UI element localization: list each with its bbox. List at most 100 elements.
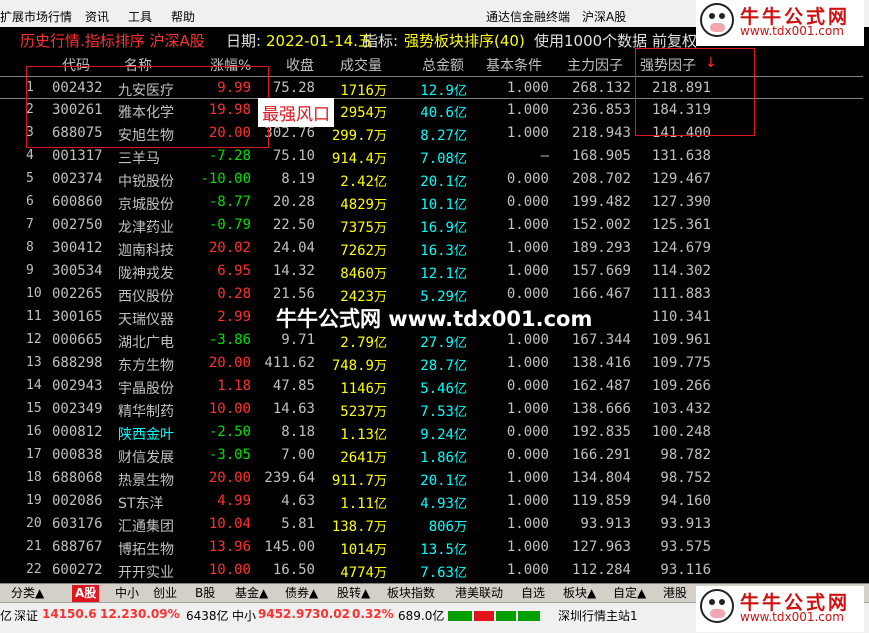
table-row[interactable]: 15 002349 精华制药 10.00 14.63 1.000 138.666 103.43… <box>0 398 863 421</box>
table-row[interactable]: 6 600860 京城股份 -8.77 20.28 0.000 199.482 127.390… <box>0 191 863 214</box>
row-index: 22 <box>26 562 42 577</box>
close-price: 16.50 <box>272 562 315 578</box>
volume: 1716万 <box>340 80 387 99</box>
close-price: 75.28 <box>272 80 315 96</box>
strength-factor: 94.160 <box>660 493 711 509</box>
volume: 1.13亿 <box>340 424 387 443</box>
base-condition: 1.000 <box>506 80 549 96</box>
volume: 1.11亿 <box>340 493 387 512</box>
amount-unit: 亿 <box>453 152 467 167</box>
tab-4[interactable]: B股 <box>192 585 218 602</box>
tab-6[interactable]: 债券▲ <box>282 585 321 602</box>
table-row[interactable]: 14 002943 宇晶股份 1.18 47.85 0.000 162.487 109.266… <box>0 375 863 398</box>
table-row[interactable]: 8 300412 迦南科技 20.02 24.04 1.000 189.293 124.679… <box>0 237 863 260</box>
table-row[interactable]: 5 002374 中锐股份 -10.00 8.19 0.000 208.702 129.467… <box>0 168 863 191</box>
column-header-main-factor[interactable]: 主力因子 <box>567 55 623 75</box>
tab-5[interactable]: 基金▲ <box>232 585 271 602</box>
logo-top: 牛牛公式网 www.tdx001.com <box>696 0 864 46</box>
close-price: 239.64 <box>264 470 315 486</box>
base-condition: 1.000 <box>506 125 549 141</box>
main-factor: 112.284 <box>571 562 631 578</box>
table-row[interactable]: 9 300534 陇神戎发 6.95 14.32 1.000 157.669 114.302 8… <box>0 260 863 283</box>
tab-10[interactable]: 自选 <box>518 585 548 602</box>
amount-unit: 亿 <box>453 405 467 420</box>
stock-code: 688068 <box>52 470 103 486</box>
amount-value: 7.53 <box>420 404 454 420</box>
menu-extended-market[interactable]: 扩展市场行情 <box>0 8 72 25</box>
tab-7[interactable]: 股转▲ <box>334 585 373 602</box>
tab-9[interactable]: 港美联动 <box>452 585 506 602</box>
table-row[interactable]: 17 000838 财信发展 -3.05 7.00 0.000 166.291 98.782 2… <box>0 444 863 467</box>
amount: 12.1亿 <box>420 263 467 282</box>
column-header-close[interactable]: 收盘 <box>286 55 314 75</box>
tab-11[interactable]: 板块▲ <box>560 585 599 602</box>
row-index: 14 <box>26 378 42 393</box>
stock-name: 湖北广电 <box>118 335 174 351</box>
indicator-value[interactable]: 强势板块排序(40) <box>404 30 525 51</box>
amount-value: 8.27 <box>420 128 454 144</box>
column-header-base-condition[interactable]: 基本条件 <box>486 55 542 75</box>
tab-8[interactable]: 板块指数 <box>384 585 438 602</box>
amount: 8.27亿 <box>420 125 467 144</box>
table-row[interactable]: 16 000812 陕西金叶 -2.50 8.18 0.000 192.835 100.248… <box>0 421 863 444</box>
volume-value: 2954 <box>340 105 374 121</box>
menu-news[interactable]: 资讯 <box>85 8 109 25</box>
volume-value: 299.7 <box>331 128 374 144</box>
base-condition: 0.000 <box>506 194 549 210</box>
table-row[interactable]: 13 688298 东方生物 20.00 411.62 1.000 138.416 109.7… <box>0 352 863 375</box>
amount-unit: 亿 <box>453 106 467 121</box>
change-pct: 4.99 <box>217 493 251 509</box>
table-row[interactable]: 21 688767 博拓生物 13.96 145.00 1.000 127.963 93.57… <box>0 536 863 559</box>
strength-factor: 129.467 <box>651 171 711 187</box>
table-row[interactable]: 7 002750 龙津药业 -0.79 22.50 1.000 152.002 125.361… <box>0 214 863 237</box>
tab-13[interactable]: 港股 <box>660 585 690 602</box>
base-condition: 0.000 <box>506 286 549 302</box>
volume-value: 138.7 <box>331 519 374 535</box>
column-header-volume[interactable]: 成交量 <box>340 55 382 75</box>
volume-unit: 亿 <box>373 497 387 512</box>
volume: 2954万 <box>340 102 387 121</box>
menu-help[interactable]: 帮助 <box>171 8 195 25</box>
status-left-edge: 亿 <box>0 609 13 623</box>
logo-bottom: 牛牛公式网 www.tdx001.com <box>696 586 864 632</box>
volume-unit: 万 <box>373 198 387 213</box>
strength-factor: 110.341 <box>651 309 711 325</box>
main-factor: 218.943 <box>571 125 631 141</box>
table-row[interactable]: 22 600272 开开实业 10.00 16.50 1.000 112.284 93.116… <box>0 559 863 582</box>
tab-2[interactable]: 中小 <box>112 585 142 602</box>
stock-code: 600272 <box>52 562 103 578</box>
row-index: 15 <box>26 401 42 416</box>
amount-unit: 亿 <box>453 198 467 213</box>
stock-name: 热景生物 <box>118 473 174 489</box>
volume-value: 4774 <box>340 565 374 581</box>
change-pct: -8.77 <box>208 194 251 210</box>
stock-code: 300165 <box>52 309 103 325</box>
stock-code: 002086 <box>52 493 103 509</box>
amount: 40.6亿 <box>420 102 467 121</box>
table-row[interactable]: 20 603176 汇通集团 10.04 5.81 1.000 93.913 93.913 13… <box>0 513 863 536</box>
tab-0[interactable]: 分类▲ <box>8 585 47 602</box>
table-row[interactable]: 4 001317 三羊马 -7.28 75.10 – 168.905 131.638 914.4… <box>0 145 863 168</box>
amount-value: 28.7 <box>420 358 454 374</box>
table-row[interactable]: 18 688068 热景生物 20.00 239.64 1.000 134.804 98.75… <box>0 467 863 490</box>
tab-3[interactable]: 创业 <box>150 585 180 602</box>
strength-factor: 109.961 <box>651 332 711 348</box>
sz-index-label: 深证 <box>14 609 39 623</box>
table-row[interactable]: 19 002086 ST东洋 4.99 4.63 1.000 119.859 94.160 1.… <box>0 490 863 513</box>
stock-name: 龙津药业 <box>118 220 174 236</box>
volume-unit: 万 <box>373 520 387 535</box>
volume: 4829万 <box>340 194 387 213</box>
menu-tools[interactable]: 工具 <box>128 8 152 25</box>
volume-value: 1.11 <box>340 496 374 512</box>
server-station[interactable]: 深圳行情主站1 <box>558 607 638 624</box>
tab-12[interactable]: 自定▲ <box>610 585 649 602</box>
scrollbar[interactable] <box>863 52 869 583</box>
amount-unit: 万 <box>453 520 467 535</box>
amount-unit: 亿 <box>453 336 467 351</box>
column-header-amount[interactable]: 总金额 <box>422 55 464 75</box>
close-price: 4.63 <box>281 493 315 509</box>
tab-1[interactable]: A股 <box>72 585 100 602</box>
date-value: 2022-01-14.五 <box>266 32 373 50</box>
volume-unit: 万 <box>373 106 387 121</box>
change-pct: 1.18 <box>217 378 251 394</box>
